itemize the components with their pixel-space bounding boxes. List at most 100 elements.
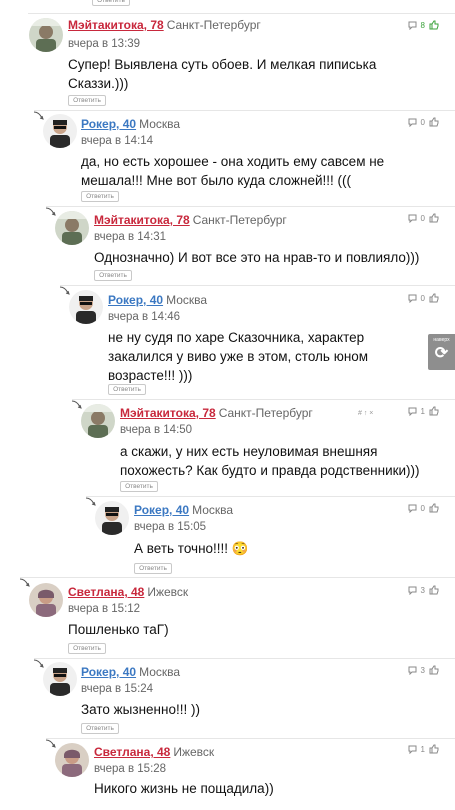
reply-arrow-icon — [45, 207, 57, 219]
comment-time: вчера в 15:12 — [68, 603, 141, 615]
reply-arrow-icon — [71, 400, 83, 412]
thumbs-up-icon[interactable] — [429, 406, 439, 416]
comment-text: Никого жизнь не пощадила)) — [94, 781, 274, 796]
divider — [20, 577, 455, 578]
comment-city: Москва — [192, 503, 234, 517]
comment-time: вчера в 14:31 — [94, 231, 167, 243]
avatar[interactable] — [95, 501, 129, 535]
comment-text: да, но есть хорошее - она ходить ему сав… — [81, 154, 385, 188]
reply-button[interactable]: Ответить — [81, 723, 119, 734]
avatar[interactable] — [55, 743, 89, 777]
comment-city: Санкт-Петербург — [192, 213, 287, 227]
moderation-icons[interactable]: # ↑ × — [358, 410, 373, 417]
divider — [60, 285, 455, 286]
comment-time: вчера в 13:39 — [68, 38, 141, 50]
thumbs-up-icon[interactable] — [429, 585, 439, 595]
comment-icon[interactable] — [408, 21, 417, 30]
thumbs-up-icon[interactable] — [429, 117, 439, 127]
comment-author[interactable]: Мэйтакитока, 78 — [68, 18, 164, 32]
comment-time: вчера в 15:24 — [81, 683, 154, 695]
avatar[interactable] — [81, 404, 115, 438]
comment-author[interactable]: Рокер, 40 — [108, 293, 163, 307]
comment-author[interactable]: Мэйтакитока, 78 — [120, 406, 216, 420]
comment-city: Санкт-Петербург — [166, 18, 261, 32]
avatar[interactable] — [69, 290, 103, 324]
vote-count: 0 — [420, 117, 425, 127]
vote-box: 0 — [408, 116, 439, 128]
refresh-icon: ⟳ — [434, 345, 449, 362]
comment-icon[interactable] — [408, 294, 417, 303]
reply-button[interactable]: Ответить — [108, 384, 146, 395]
reply-button[interactable]: Ответить — [68, 643, 106, 654]
divider — [28, 13, 455, 14]
comment-text: Зато жызненно!!! )) — [81, 702, 200, 717]
comment-author[interactable]: Рокер, 40 — [81, 117, 136, 131]
comment-text: а скажи, у них есть неуловимая внешняя п… — [120, 444, 420, 478]
comment-icon[interactable] — [408, 745, 417, 754]
comment-author[interactable]: Светлана, 48 — [94, 745, 170, 759]
comment-city: Ижевск — [173, 745, 215, 759]
reply-button[interactable]: Ответить — [134, 563, 172, 574]
thumbs-up-icon[interactable] — [429, 20, 439, 30]
comment-icon[interactable] — [408, 407, 417, 416]
vote-box: 1 — [408, 743, 439, 755]
scroll-top-button[interactable]: наверх ⟳ — [428, 334, 455, 370]
vote-count: 0 — [420, 503, 425, 513]
reply-arrow-icon — [19, 578, 31, 590]
avatar[interactable] — [29, 18, 63, 52]
comment-icon[interactable] — [408, 666, 417, 675]
reply-arrow-icon — [45, 739, 57, 751]
comment-text: Однозначно) И вот все это на нрав-то и п… — [94, 250, 420, 265]
vote-count: 1 — [420, 744, 425, 754]
comment-city: Москва — [166, 293, 208, 307]
reply-button[interactable]: Ответить — [81, 191, 119, 202]
comment-city: Москва — [139, 117, 181, 131]
vote-box: 8 — [408, 19, 439, 31]
reply-arrow-icon — [33, 659, 45, 671]
reply-arrow-icon — [59, 286, 71, 298]
reply-button[interactable]: Ответить — [94, 270, 132, 281]
comment-author[interactable]: Мэйтакитока, 78 — [94, 213, 190, 227]
vote-box: 0 — [408, 292, 439, 304]
reply-button[interactable]: Ответить — [120, 481, 158, 492]
divider — [86, 496, 455, 497]
thumbs-up-icon[interactable] — [429, 213, 439, 223]
comment-text: Супер! Выявлена суть обоев. И мелкая пип… — [68, 57, 377, 91]
vote-box: 3 — [408, 664, 439, 676]
comment-author[interactable]: Рокер, 40 — [81, 665, 136, 679]
reply-button[interactable]: Ответить — [68, 95, 106, 106]
vote-box: 0 — [408, 212, 439, 224]
comment-text: Пошленько таГ) — [68, 622, 169, 637]
vote-count: 8 — [420, 20, 425, 30]
avatar[interactable] — [55, 211, 89, 245]
avatar[interactable] — [43, 662, 77, 696]
vote-box: 3 — [408, 584, 439, 596]
thumbs-up-icon[interactable] — [429, 503, 439, 513]
comment-icon[interactable] — [408, 504, 417, 513]
reply-button[interactable]: Ответить — [92, 0, 130, 6]
comment-icon[interactable] — [408, 118, 417, 127]
comment-city: Ижевск — [147, 585, 189, 599]
vote-box: 0 — [408, 502, 439, 514]
divider — [46, 206, 455, 207]
comment-icon[interactable] — [408, 214, 417, 223]
vote-count: 1 — [420, 406, 425, 416]
comment-time: вчера в 14:50 — [120, 424, 193, 436]
comment-text: не ну судя по харе Сказочника, характер … — [108, 330, 369, 383]
comment-time: вчера в 15:05 — [134, 521, 207, 533]
vote-box: 1 — [408, 405, 439, 417]
thumbs-up-icon[interactable] — [429, 293, 439, 303]
comment-author[interactable]: Рокер, 40 — [134, 503, 189, 517]
avatar[interactable] — [43, 114, 77, 148]
comment-author[interactable]: Светлана, 48 — [68, 585, 144, 599]
thumbs-up-icon[interactable] — [429, 744, 439, 754]
thumbs-up-icon[interactable] — [429, 665, 439, 675]
avatar[interactable] — [29, 583, 63, 617]
comment-icon[interactable] — [408, 586, 417, 595]
vote-count: 3 — [420, 665, 425, 675]
scroll-top-label: наверх — [433, 337, 450, 343]
comment-time: вчера в 15:28 — [94, 763, 167, 775]
comment-text: А веть точно!!!! 😳 — [134, 541, 249, 556]
divider — [34, 110, 455, 111]
comment-city: Москва — [139, 665, 181, 679]
